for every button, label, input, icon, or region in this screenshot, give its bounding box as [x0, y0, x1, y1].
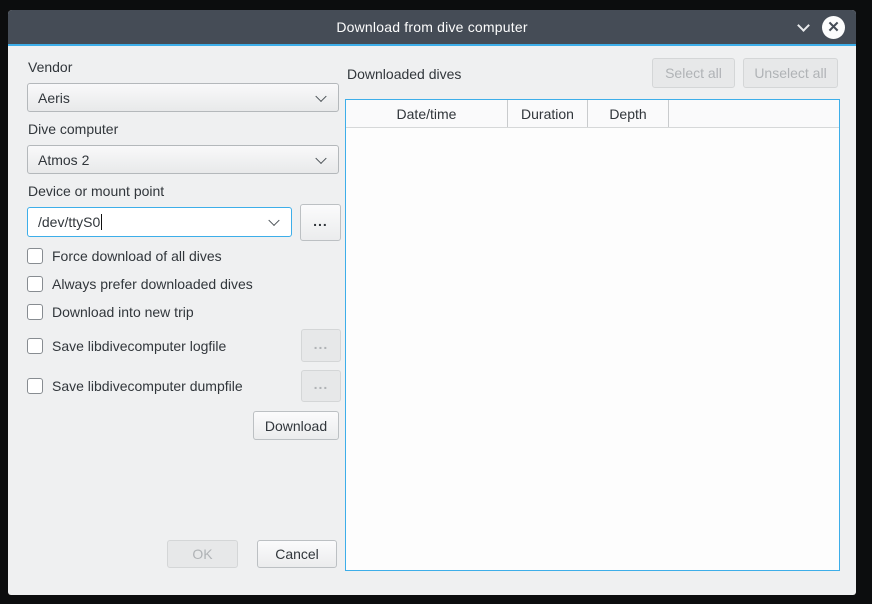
- checkbox[interactable]: [27, 304, 43, 320]
- dive-computer-label: Dive computer: [28, 121, 118, 137]
- downloaded-dives-table[interactable]: Date/time Duration Depth: [345, 99, 840, 571]
- ellipsis-icon: ...: [314, 336, 329, 352]
- column-header-datetime[interactable]: Date/time: [346, 100, 508, 127]
- vendor-label: Vendor: [28, 59, 72, 75]
- device-input[interactable]: /dev/ttyS0: [27, 207, 292, 237]
- titlebar-accent-line: [8, 44, 856, 46]
- downloaded-dives-heading: Downloaded dives: [347, 66, 461, 82]
- vendor-select[interactable]: Aeris: [27, 83, 339, 112]
- unselect-all-button: Unselect all: [743, 58, 838, 88]
- device-label: Device or mount point: [28, 183, 164, 199]
- logfile-browse-button: ...: [301, 329, 341, 362]
- shade-button[interactable]: [794, 19, 812, 35]
- select-all-button: Select all: [652, 58, 735, 88]
- checkbox-label: Save libdivecomputer dumpfile: [52, 378, 243, 394]
- checkbox-row-save-logfile[interactable]: Save libdivecomputer logfile: [27, 329, 226, 362]
- checkbox-label: Always prefer downloaded dives: [52, 276, 253, 292]
- column-header-depth[interactable]: Depth: [588, 100, 669, 127]
- chevron-down-icon: [268, 215, 279, 226]
- window-title: Download from dive computer: [336, 19, 527, 35]
- checkbox-row-save-dumpfile[interactable]: Save libdivecomputer dumpfile: [27, 370, 243, 402]
- chevron-down-icon: [315, 152, 326, 163]
- table-body-empty[interactable]: [346, 128, 839, 570]
- vendor-value: Aeris: [38, 90, 70, 106]
- table-header-row: Date/time Duration Depth: [346, 100, 839, 128]
- checkbox-row-new-trip[interactable]: Download into new trip: [27, 303, 194, 321]
- download-dialog-window: Download from dive computer ✕ Vendor Aer…: [8, 10, 856, 595]
- checkbox[interactable]: [27, 378, 43, 394]
- checkbox-row-prefer-downloaded[interactable]: Always prefer downloaded dives: [27, 275, 253, 293]
- checkbox-label: Save libdivecomputer logfile: [52, 338, 226, 354]
- ellipsis-icon: ...: [314, 376, 329, 392]
- checkbox-label: Force download of all dives: [52, 248, 222, 264]
- dive-computer-value: Atmos 2: [38, 152, 89, 168]
- ok-button: OK: [167, 540, 238, 568]
- checkbox-label: Download into new trip: [52, 304, 194, 320]
- chevron-down-icon: [315, 90, 326, 101]
- chevron-down-icon: [797, 19, 810, 32]
- close-icon: ✕: [827, 20, 840, 35]
- close-button[interactable]: ✕: [822, 16, 845, 39]
- column-header-extra[interactable]: [669, 100, 839, 127]
- checkbox-row-force-download[interactable]: Force download of all dives: [27, 247, 222, 265]
- dumpfile-browse-button: ...: [301, 370, 341, 402]
- text-caret: [101, 214, 102, 230]
- column-header-duration[interactable]: Duration: [508, 100, 588, 127]
- device-browse-button[interactable]: ...: [300, 204, 341, 241]
- checkbox[interactable]: [27, 248, 43, 264]
- dive-computer-select[interactable]: Atmos 2: [27, 145, 339, 174]
- download-button[interactable]: Download: [253, 411, 339, 440]
- desktop-background: Download from dive computer ✕ Vendor Aer…: [0, 0, 872, 604]
- ellipsis-icon: ...: [313, 213, 328, 229]
- cancel-button[interactable]: Cancel: [257, 540, 337, 568]
- device-value: /dev/ttyS0: [38, 214, 100, 230]
- titlebar[interactable]: Download from dive computer ✕: [8, 10, 856, 44]
- checkbox[interactable]: [27, 338, 43, 354]
- checkbox[interactable]: [27, 276, 43, 292]
